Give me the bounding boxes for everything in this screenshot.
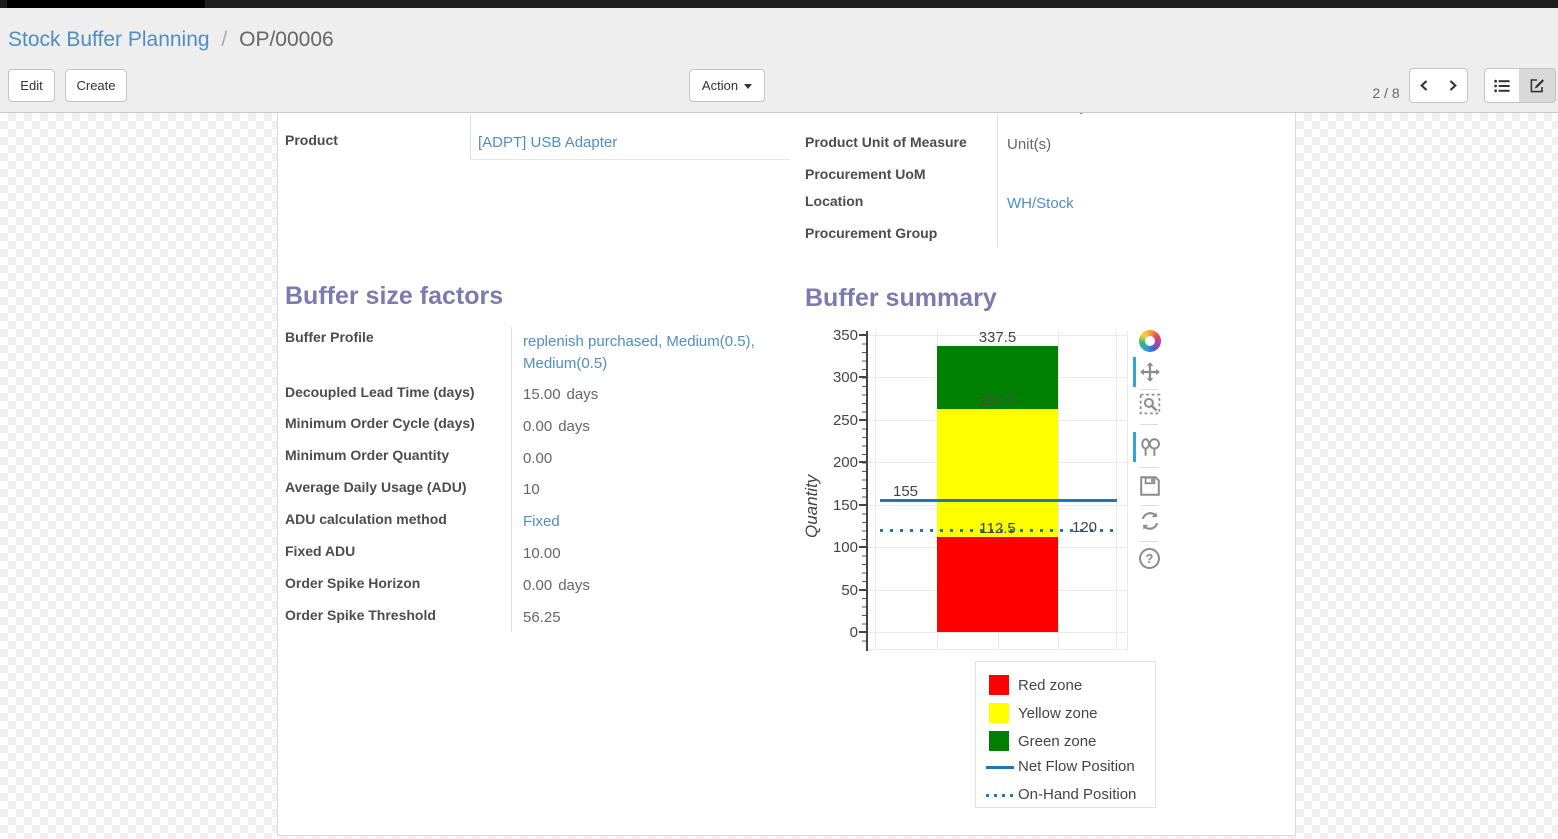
y-tick-label: 250 xyxy=(816,412,858,429)
y-tick xyxy=(859,631,867,633)
y-tick-label: 0 xyxy=(816,624,858,641)
y-tick-label: 300 xyxy=(816,369,858,386)
modebar-separator xyxy=(1140,505,1158,506)
y-tick xyxy=(859,546,867,548)
gridline-h xyxy=(867,632,1128,633)
modebar-separator xyxy=(1140,467,1158,468)
gridline-v xyxy=(1058,331,1059,651)
y-tick xyxy=(859,461,867,463)
legend-item-net-flow[interactable]: Net Flow Position xyxy=(1018,758,1135,775)
on-hand-line-swatch xyxy=(986,794,1014,797)
red-zone-bar xyxy=(937,537,1058,632)
legend-item-green-zone[interactable]: Green zone xyxy=(1018,733,1096,750)
red-top-label: 112.5 xyxy=(937,520,1058,537)
y-tick-label: 200 xyxy=(816,454,858,471)
y-tick xyxy=(859,589,867,591)
y-tick-label: 100 xyxy=(816,539,858,556)
modebar-separator xyxy=(1140,424,1158,425)
legend-item-red-zone[interactable]: Red zone xyxy=(1018,677,1082,694)
gridline-v xyxy=(1127,331,1128,651)
gridline-v xyxy=(875,331,876,651)
gridline-h xyxy=(867,649,1128,650)
yellow-zone-bar xyxy=(937,409,1058,537)
gridline-v xyxy=(1116,331,1117,651)
y-tick-label: 150 xyxy=(816,497,858,514)
legend-item-on-hand[interactable]: On-Hand Position xyxy=(1018,786,1136,803)
box-zoom-icon[interactable] xyxy=(1139,393,1161,415)
pan-icon[interactable] xyxy=(1139,361,1161,383)
red-zone-swatch xyxy=(989,675,1009,695)
legend-item-yellow-zone[interactable]: Yellow zone xyxy=(1018,705,1098,722)
chart-legend: Red zone Yellow zone Green zone Net Flow… xyxy=(975,661,1156,808)
modebar-active-indicator xyxy=(1133,357,1136,387)
modebar-separator xyxy=(1140,541,1158,542)
net-flow-value-label: 155 xyxy=(893,483,918,500)
green-zone-swatch xyxy=(989,731,1009,751)
compare-hover-icon[interactable] xyxy=(1139,437,1161,459)
plotly-logo-icon[interactable] xyxy=(1139,330,1161,352)
modebar-active-indicator xyxy=(1133,432,1136,462)
save-icon[interactable] xyxy=(1139,475,1161,497)
reset-axes-icon[interactable] xyxy=(1139,510,1161,532)
y-axis-line xyxy=(866,331,868,651)
y-tick xyxy=(859,504,867,506)
yellow-top-label: 262.5 xyxy=(937,392,1058,409)
on-hand-value-label: 120 xyxy=(1072,519,1097,536)
modebar-separator xyxy=(1140,389,1158,390)
y-tick-label: 50 xyxy=(816,582,858,599)
green-top-label: 337.5 xyxy=(937,329,1058,346)
y-tick xyxy=(859,376,867,378)
yellow-zone-swatch xyxy=(989,703,1009,723)
y-tick xyxy=(859,334,867,336)
y-tick xyxy=(859,419,867,421)
net-flow-line-swatch xyxy=(986,766,1014,769)
buffer-summary-chart: Quantity 350 300 250 200 150 100 50 xyxy=(0,0,1558,839)
y-axis-minor-ticks xyxy=(862,335,866,649)
help-icon[interactable]: ? xyxy=(1139,548,1160,569)
y-tick-label: 350 xyxy=(816,327,858,344)
stock-buffer-planning-page: Stock Buffer Planning / OP/00006 Edit Cr… xyxy=(0,0,1558,839)
